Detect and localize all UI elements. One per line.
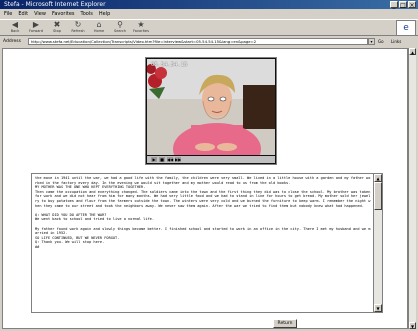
- menu-bar: File Edit View Favorites Tools Help: [0, 10, 418, 18]
- menu-edit[interactable]: Edit: [18, 10, 28, 18]
- menu-file[interactable]: File: [4, 10, 12, 18]
- menu-favorites[interactable]: Favorites: [52, 10, 75, 18]
- page-scroll-down-icon[interactable]: ▼: [409, 322, 416, 329]
- return-button[interactable]: Return: [273, 319, 297, 328]
- search-icon: ⚲: [117, 20, 123, 29]
- rewind-icon[interactable]: ◀◀: [167, 157, 173, 162]
- stop-button[interactable]: ✖ Stop: [48, 20, 66, 35]
- maximize-button[interactable]: □: [399, 1, 407, 9]
- menu-help[interactable]: Help: [99, 10, 110, 18]
- refresh-label: Refresh: [71, 29, 85, 33]
- close-button[interactable]: ×: [408, 1, 416, 9]
- search-button[interactable]: ⚲ Search: [111, 20, 129, 35]
- window-controls: _ □ ×: [390, 1, 416, 9]
- video-timestamp: 05.54.54.15: [151, 62, 188, 68]
- video-frame-image: 05.54.54.15: [147, 59, 275, 155]
- page-content: 05.54.54.15 ▶ ■ ◀◀ ▶▶ the move in 1941 u…: [2, 48, 408, 329]
- forward-label: Forward: [28, 29, 44, 33]
- play-icon[interactable]: ▶: [151, 157, 157, 162]
- video-controls: ▶ ■ ◀◀ ▶▶: [147, 156, 275, 163]
- home-icon: ⌂: [96, 20, 102, 29]
- page-scroll-up-icon[interactable]: ▲: [409, 48, 416, 55]
- transcript-text: the move in 1941 until the war, we had a…: [35, 176, 371, 249]
- scroll-down-icon[interactable]: ▼: [374, 304, 382, 312]
- back-label: Back: [10, 29, 20, 33]
- transcript-box[interactable]: the move in 1941 until the war, we had a…: [31, 173, 383, 313]
- home-label: Home: [93, 29, 105, 33]
- back-button[interactable]: ◀ Back: [6, 20, 24, 35]
- toolbar: ◀ Back ▶ Forward ✖ Stop ↻ Refresh ⌂ Home ⚲ Sea…: [0, 19, 418, 36]
- menu-tools[interactable]: Tools: [81, 10, 93, 18]
- address-bar: Address http://www.stefa.net/Education/C…: [0, 37, 418, 47]
- transcript-scrollbar[interactable]: ▲ ▼: [373, 174, 382, 312]
- go-button[interactable]: Go: [378, 38, 384, 45]
- minimize-button[interactable]: _: [390, 1, 398, 9]
- refresh-icon: ↻: [74, 20, 82, 29]
- scroll-thumb[interactable]: [374, 182, 382, 210]
- stop-icon: ✖: [53, 20, 61, 29]
- fast-forward-icon[interactable]: ▶▶: [175, 157, 181, 162]
- refresh-button[interactable]: ↻ Refresh: [69, 20, 87, 35]
- video-player[interactable]: 05.54.54.15 ▶ ■ ◀◀ ▶▶: [145, 57, 277, 165]
- ie-logo-icon: e: [396, 20, 416, 36]
- address-label: Address: [3, 39, 21, 44]
- forward-button[interactable]: ▶ Forward: [27, 20, 45, 35]
- links-button[interactable]: Links: [391, 38, 401, 45]
- window-title: Stefa - Microsoft Internet Explorer: [4, 1, 106, 8]
- stop-label: Stop: [53, 29, 61, 33]
- menu-view[interactable]: View: [34, 10, 46, 18]
- interviewee-image: [147, 59, 275, 155]
- browser-window: Stefa - Microsoft Internet Explorer _ □ …: [0, 0, 418, 331]
- favorites-icon: ★: [137, 20, 145, 29]
- stop-video-icon[interactable]: ■: [159, 157, 165, 162]
- forward-arrow-icon: ▶: [32, 20, 40, 29]
- scroll-up-icon[interactable]: ▲: [374, 174, 382, 182]
- address-dropdown-icon[interactable]: ▾: [368, 38, 375, 45]
- back-arrow-icon: ◀: [11, 20, 19, 29]
- page-scrollbar[interactable]: ▲ ▼: [408, 48, 416, 329]
- favorites-label: Favorites: [133, 29, 149, 33]
- title-bar[interactable]: Stefa - Microsoft Internet Explorer _ □ …: [0, 0, 418, 9]
- address-input[interactable]: http://www.stefa.net/Education/Collectio…: [28, 38, 368, 45]
- home-button[interactable]: ⌂ Home: [90, 20, 108, 35]
- favorites-button[interactable]: ★ Favorites: [132, 20, 150, 35]
- search-label: Search: [113, 29, 127, 33]
